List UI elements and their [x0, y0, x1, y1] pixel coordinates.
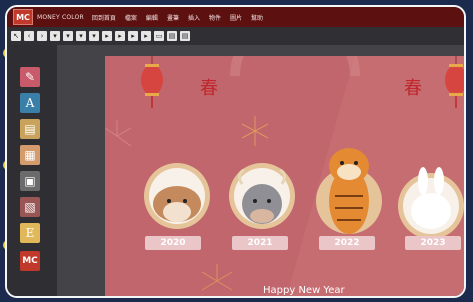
menu-item-file[interactable]: 檔案 — [125, 13, 137, 22]
toolbar-icon[interactable]: ▾ — [50, 31, 60, 41]
canvas-ruler-left — [57, 45, 105, 296]
mc-logo-icon[interactable]: MC — [20, 251, 40, 271]
tool-palette: ✎ A ▤ ▦ ▣ ▧ E MC — [7, 45, 57, 296]
greeting-text: Happy New Year — [263, 285, 345, 296]
toolbar-icon[interactable]: ▸ — [115, 31, 125, 41]
menu-item-brush[interactable]: 畫筆 — [167, 13, 179, 22]
brush-tool-icon[interactable]: ✎ — [20, 67, 40, 87]
lantern-icon — [141, 56, 163, 108]
spring-character: 春 — [404, 78, 422, 99]
app-window: MC MONEY COLOR 回到首頁 檔案 編輯 畫筆 插入 物件 圖片 幫助… — [5, 5, 466, 298]
toolbar-icon[interactable]: ▾ — [63, 31, 73, 41]
menu-item-insert[interactable]: 插入 — [188, 13, 200, 22]
menu-item-home[interactable]: 回到首頁 — [92, 13, 116, 22]
app-logo: MC — [13, 9, 33, 25]
grid-tool-icon[interactable]: ▦ — [20, 145, 40, 165]
toolbar-icon[interactable]: ▾ — [76, 31, 86, 41]
app-name: MONEY COLOR — [37, 13, 84, 21]
toolbar-icon[interactable]: ▸ — [141, 31, 151, 41]
menu-item-object[interactable]: 物件 — [209, 13, 221, 22]
year-label-2020: 2020 — [145, 236, 201, 250]
text-tool-icon[interactable]: A — [20, 93, 40, 113]
toolbar-icon[interactable]: ▤ — [167, 31, 177, 41]
menu-item-edit[interactable]: 編輯 — [146, 13, 158, 22]
back-icon[interactable]: ‹ — [24, 31, 34, 41]
canvas-ruler-top — [57, 45, 464, 56]
year-label-2022: 2022 — [319, 236, 375, 250]
paper-tool-icon[interactable]: ▤ — [20, 119, 40, 139]
drawing-canvas[interactable]: 春 春 2020 2021 2022 2023 Happy New Year — [105, 56, 464, 296]
toolbar-icon[interactable]: ▸ — [128, 31, 138, 41]
toolbar-icon[interactable]: ▤ — [180, 31, 190, 41]
toolbar-icon[interactable]: ▭ — [154, 31, 164, 41]
year-label-2021: 2021 — [232, 236, 288, 250]
menu-bar: MC MONEY COLOR 回到首頁 檔案 編輯 畫筆 插入 物件 圖片 幫助 — [7, 7, 464, 27]
note-tool-icon[interactable]: E — [20, 223, 40, 243]
image-tool-icon[interactable]: ▣ — [20, 171, 40, 191]
ox-portrait — [229, 163, 295, 229]
spring-character: 春 — [200, 78, 218, 99]
year-label-2023: 2023 — [405, 236, 461, 250]
toolbar-icon[interactable]: ▸ — [102, 31, 112, 41]
photo-tool-icon[interactable]: ▧ — [20, 197, 40, 217]
toolbar: ↖ ‹ › ▾ ▾ ▾ ▾ ▸ ▸ ▸ ▸ ▭ ▤ ▤ — [7, 27, 464, 45]
toolbar-icon[interactable]: ▾ — [89, 31, 99, 41]
pointer-icon[interactable]: ↖ — [11, 31, 21, 41]
menu-item-help[interactable]: 幫助 — [251, 13, 263, 22]
forward-icon[interactable]: › — [37, 31, 47, 41]
rat-portrait — [144, 163, 210, 229]
menu-item-image[interactable]: 圖片 — [230, 13, 242, 22]
